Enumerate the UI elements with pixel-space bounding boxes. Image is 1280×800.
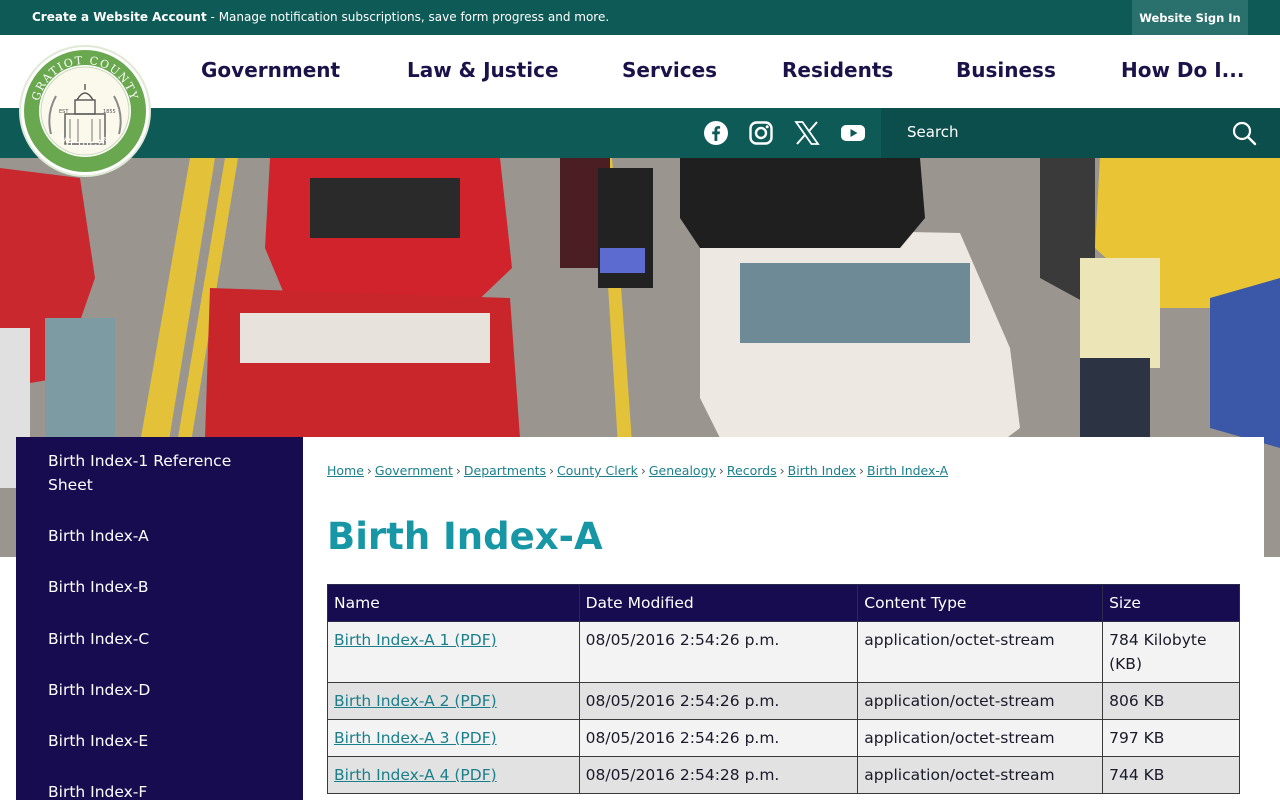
search-input[interactable]: Search bbox=[907, 123, 959, 141]
sidebar-item-birth-index-c[interactable]: Birth Index-C bbox=[48, 627, 268, 651]
cell-size: 806 KB bbox=[1102, 682, 1240, 720]
cell-type: application/octet-stream bbox=[857, 719, 1104, 757]
county-seal-logo[interactable]: GRATIOT COUNTY MICHIGAN EST 1855 bbox=[18, 44, 152, 178]
document-link[interactable]: Birth Index-A 2 (PDF) bbox=[334, 692, 497, 710]
cell-name: Birth Index-A 2 (PDF) bbox=[327, 682, 580, 720]
breadcrumb-birth-index-a[interactable]: Birth Index-A bbox=[867, 463, 948, 478]
breadcrumb-government[interactable]: Government bbox=[375, 463, 453, 478]
breadcrumb-records[interactable]: Records bbox=[727, 463, 777, 478]
cell-date: 08/05/2016 2:54:26 p.m. bbox=[578, 682, 859, 720]
seal-year: 1855 bbox=[103, 109, 116, 115]
nav-how-do-i[interactable]: How Do I... bbox=[1121, 58, 1244, 82]
table-row: Birth Index-A 4 (PDF) 08/05/2016 2:54:28… bbox=[327, 756, 1240, 794]
cell-date: 08/05/2016 2:54:26 p.m. bbox=[578, 719, 859, 757]
instagram-icon[interactable] bbox=[748, 120, 774, 146]
cell-type: application/octet-stream bbox=[857, 621, 1104, 683]
cell-size: 797 KB bbox=[1102, 719, 1240, 757]
sidebar-item-birth-index-e[interactable]: Birth Index-E bbox=[48, 729, 268, 753]
seal-est: EST bbox=[59, 109, 69, 115]
sidebar-item-birth-index-a[interactable]: Birth Index-A bbox=[48, 524, 268, 548]
nav-law-justice[interactable]: Law & Justice bbox=[407, 58, 559, 82]
sidebar-menu: Birth Index-1 Reference Sheet Birth Inde… bbox=[16, 437, 303, 800]
breadcrumb-home[interactable]: Home bbox=[327, 463, 364, 478]
breadcrumb: Home › Government › Departments › County Clerk… bbox=[327, 463, 949, 478]
column-header-date-modified[interactable]: Date Modified bbox=[578, 584, 859, 622]
cell-date: 08/05/2016 2:54:28 p.m. bbox=[578, 756, 859, 794]
breadcrumb-county-clerk[interactable]: County Clerk bbox=[557, 463, 638, 478]
table-row: Birth Index-A 3 (PDF) 08/05/2016 2:54:26… bbox=[327, 719, 1240, 757]
main-navigation: Government Law & Justice Services Reside… bbox=[0, 35, 1280, 108]
sidebar-item-birth-index-b[interactable]: Birth Index-B bbox=[48, 575, 268, 599]
nav-services[interactable]: Services bbox=[622, 58, 717, 82]
x-icon[interactable] bbox=[794, 120, 820, 146]
document-link[interactable]: Birth Index-A 4 (PDF) bbox=[334, 766, 497, 784]
cell-name: Birth Index-A 1 (PDF) bbox=[327, 621, 580, 683]
sidebar-item-birth-index-reference[interactable]: Birth Index-1 Reference Sheet bbox=[48, 449, 268, 497]
breadcrumb-departments[interactable]: Departments bbox=[464, 463, 546, 478]
create-account-link[interactable]: Create a Website Account bbox=[32, 10, 207, 24]
search-icon[interactable] bbox=[1231, 120, 1257, 146]
nav-government[interactable]: Government bbox=[201, 58, 340, 82]
document-link[interactable]: Birth Index-A 3 (PDF) bbox=[334, 729, 497, 747]
document-link[interactable]: Birth Index-A 1 (PDF) bbox=[334, 631, 497, 649]
column-header-name[interactable]: Name bbox=[327, 584, 580, 622]
main-content: Home › Government › Departments › County Clerk… bbox=[303, 437, 1264, 800]
cell-type: application/octet-stream bbox=[857, 682, 1104, 720]
cell-name: Birth Index-A 4 (PDF) bbox=[327, 756, 580, 794]
sidebar-item-birth-index-d[interactable]: Birth Index-D bbox=[48, 678, 268, 702]
facebook-icon[interactable] bbox=[703, 120, 729, 146]
column-header-size[interactable]: Size bbox=[1102, 584, 1240, 622]
cell-type: application/octet-stream bbox=[857, 756, 1104, 794]
table-row: Birth Index-A 1 (PDF) 08/05/2016 2:54:26… bbox=[327, 621, 1240, 683]
account-message: Create a Website Account - Manage notifi… bbox=[32, 10, 609, 24]
top-utility-bar: Create a Website Account - Manage notifi… bbox=[0, 0, 1280, 35]
cell-size: 784 Kilobyte (KB) bbox=[1102, 621, 1240, 683]
table-header-row: Name Date Modified Content Type Size bbox=[327, 584, 1240, 622]
page-title: Birth Index-A bbox=[327, 515, 603, 558]
cell-date: 08/05/2016 2:54:26 p.m. bbox=[578, 621, 859, 683]
cell-size: 744 KB bbox=[1102, 756, 1240, 794]
breadcrumb-birth-index[interactable]: Birth Index bbox=[788, 463, 856, 478]
breadcrumb-genealogy[interactable]: Genealogy bbox=[649, 463, 716, 478]
website-sign-in-button[interactable]: Website Sign In bbox=[1132, 0, 1248, 35]
cell-name: Birth Index-A 3 (PDF) bbox=[327, 719, 580, 757]
search-box[interactable]: Search bbox=[881, 108, 1280, 158]
nav-business[interactable]: Business bbox=[956, 58, 1056, 82]
table-row: Birth Index-A 2 (PDF) 08/05/2016 2:54:26… bbox=[327, 682, 1240, 720]
sidebar-item-birth-index-f[interactable]: Birth Index-F bbox=[48, 780, 268, 800]
youtube-icon[interactable] bbox=[840, 120, 866, 146]
nav-residents[interactable]: Residents bbox=[782, 58, 893, 82]
account-description: - Manage notification subscriptions, sav… bbox=[210, 10, 610, 24]
column-header-content-type[interactable]: Content Type bbox=[857, 584, 1104, 622]
documents-table: Name Date Modified Content Type Size Bir… bbox=[327, 584, 1240, 794]
